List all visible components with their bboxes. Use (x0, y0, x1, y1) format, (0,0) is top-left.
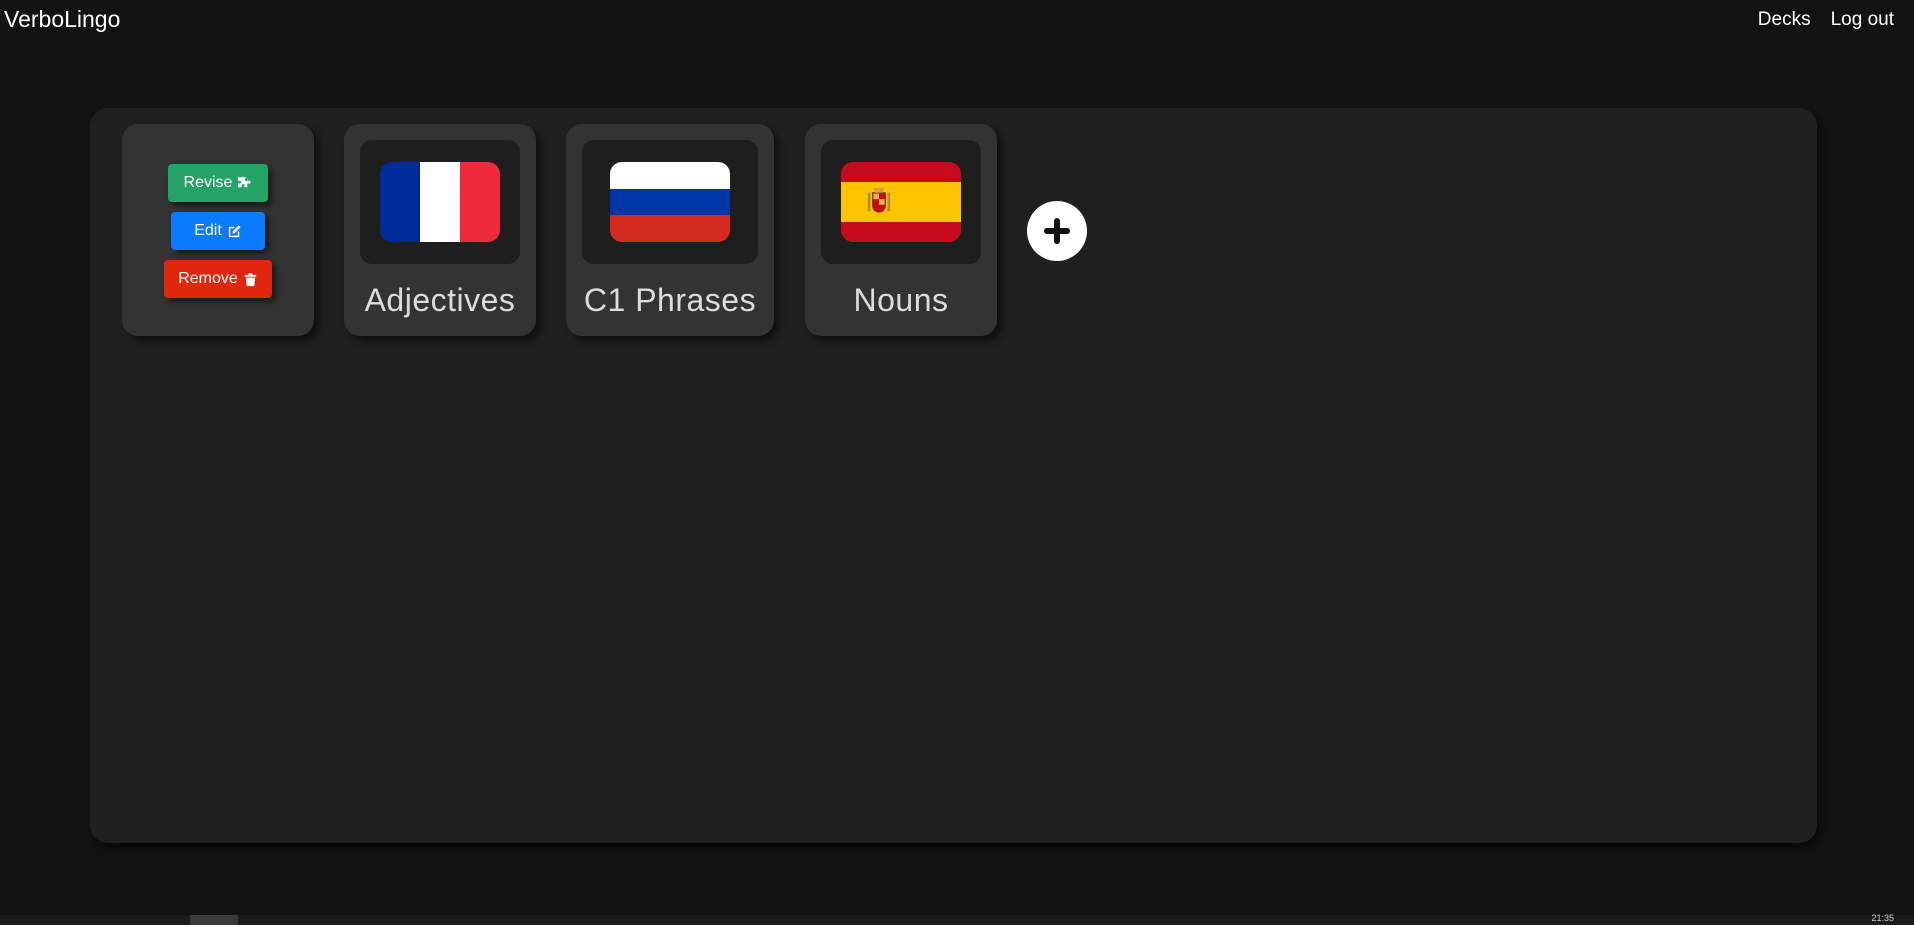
deck-card-adjectives[interactable]: Adjectives (344, 124, 536, 336)
france-flag-icon (380, 162, 500, 242)
deck-actions-card: Revise Edit Remove (122, 124, 314, 336)
deck-title: C1 Phrases (583, 282, 757, 318)
nav-logout[interactable]: Log out (1831, 9, 1894, 31)
brand-logo[interactable]: VerboLingo (4, 6, 120, 33)
remove-button[interactable]: Remove (164, 260, 272, 298)
flag-container (360, 140, 520, 264)
trash-icon (244, 272, 256, 286)
deck-title: Adjectives (364, 282, 516, 318)
russia-flag-icon (610, 162, 730, 242)
deck-card-nouns[interactable]: Nouns (805, 124, 997, 336)
edit-icon (228, 224, 241, 237)
add-deck-button[interactable] (1027, 201, 1087, 261)
revise-button[interactable]: Revise (168, 164, 268, 202)
flag-container (582, 140, 758, 264)
top-nav: Decks Log out (1758, 9, 1894, 31)
edit-label: Edit (194, 222, 222, 239)
plus-icon (1044, 218, 1070, 244)
taskbar-active-app[interactable] (190, 915, 238, 925)
revise-label: Revise (183, 174, 233, 191)
spain-flag-icon (841, 162, 961, 242)
nav-decks[interactable]: Decks (1758, 9, 1811, 31)
flag-container (821, 140, 981, 264)
edit-button[interactable]: Edit (171, 212, 265, 250)
deck-card-c1-phrases[interactable]: C1 Phrases (566, 124, 774, 336)
remove-label: Remove (178, 270, 238, 287)
taskbar-clock: 21:35 (1871, 913, 1894, 923)
deck-title: Nouns (853, 282, 949, 318)
os-taskbar: 21:35 (0, 913, 1914, 925)
puzzle-icon (238, 176, 252, 187)
coat-of-arms-icon (867, 187, 891, 213)
